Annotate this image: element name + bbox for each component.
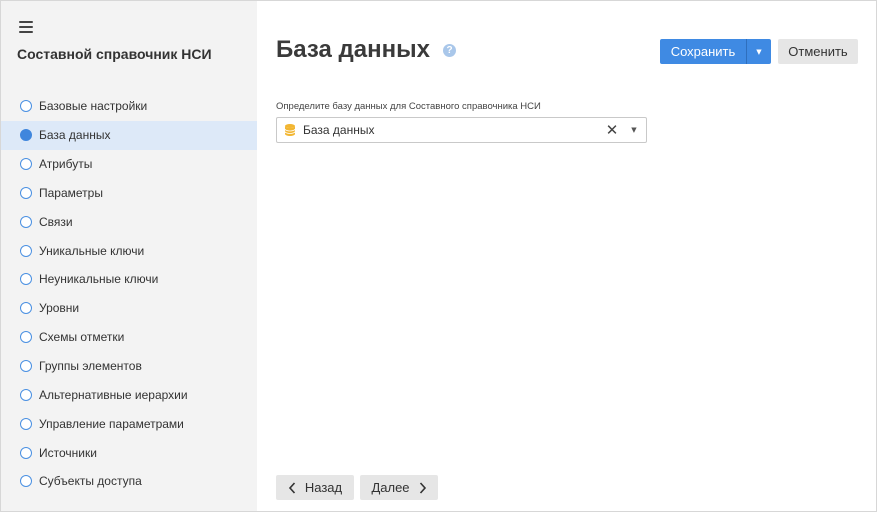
sidebar-step-label: Параметры	[39, 185, 103, 200]
radio-icon	[20, 417, 32, 430]
database-field-label: Определите базу данных для Составного сп…	[276, 101, 541, 112]
sidebar-step-label: Субъекты доступа	[39, 474, 142, 489]
sidebar-step[interactable]: Источники	[1, 438, 257, 467]
sidebar-step-label: Базовые настройки	[39, 99, 148, 114]
sidebar-step[interactable]: Уникальные ключи	[1, 236, 257, 265]
sidebar-step-label: Управление параметрами	[39, 416, 184, 431]
main-panel: База данных ? Сохранить ▼ Отменить Опред…	[257, 1, 876, 511]
database-icon	[285, 124, 295, 136]
caret-down-icon: ▼	[756, 47, 762, 56]
sidebar-step[interactable]: Неуникальные ключи	[1, 265, 257, 294]
page-title: База данных	[276, 36, 430, 63]
sidebar-step-label: Уникальные ключи	[39, 243, 145, 258]
hamburger-icon[interactable]	[19, 21, 33, 33]
database-select-value: База данных	[303, 123, 375, 137]
radio-icon	[20, 360, 32, 373]
cancel-button[interactable]: Отменить	[778, 39, 858, 64]
radio-icon	[20, 186, 32, 199]
radio-icon	[20, 446, 32, 459]
radio-icon	[20, 302, 32, 315]
radio-icon	[20, 331, 32, 344]
sidebar-step-label: Группы элементов	[39, 359, 142, 374]
sidebar-step-label: Связи	[39, 214, 73, 229]
sidebar: Составной справочник НСИ Базовые настрой…	[1, 1, 257, 511]
save-options-button[interactable]: ▼	[746, 39, 771, 64]
sidebar-step[interactable]: Схемы отметки	[1, 323, 257, 352]
sidebar-step[interactable]: База данных	[1, 120, 257, 150]
radio-icon	[20, 100, 32, 113]
question-icon[interactable]: ?	[443, 44, 456, 57]
radio-selected-icon	[20, 129, 32, 142]
sidebar-step-label: База данных	[39, 128, 111, 143]
sidebar-step-label: Неуникальные ключи	[39, 272, 159, 287]
sidebar-step[interactable]: Уровни	[1, 294, 257, 323]
sidebar-step-label: Схемы отметки	[39, 330, 125, 345]
chevron-left-icon	[288, 481, 295, 494]
radio-icon	[20, 475, 32, 488]
sidebar-step[interactable]: Связи	[1, 207, 257, 236]
sidebar-step[interactable]: Базовые настройки	[1, 92, 257, 121]
chevron-right-icon	[419, 481, 426, 494]
sidebar-step[interactable]: Параметры	[1, 179, 257, 208]
database-select[interactable]: База данных ✕ ▼	[276, 117, 647, 143]
back-button[interactable]: Назад	[276, 475, 354, 500]
next-button[interactable]: Далее	[360, 475, 438, 500]
radio-icon	[20, 388, 32, 401]
sidebar-step[interactable]: Альтернативные иерархии	[1, 380, 257, 409]
save-button-group: Сохранить ▼	[660, 39, 771, 64]
app-window: Составной справочник НСИ Базовые настрой…	[0, 0, 877, 512]
sidebar-step[interactable]: Группы элементов	[1, 352, 257, 381]
radio-icon	[20, 273, 32, 286]
chevron-down-icon[interactable]: ▼	[625, 126, 643, 134]
back-button-label: Назад	[304, 480, 343, 495]
clear-icon[interactable]: ✕	[603, 122, 621, 138]
sidebar-title: Составной справочник НСИ	[17, 46, 212, 62]
sidebar-step[interactable]: Субъекты доступа	[1, 467, 257, 496]
sidebar-step-label: Уровни	[39, 301, 80, 316]
radio-icon	[20, 244, 32, 257]
steps-list: Базовые настройки База данных Атрибуты Пара…	[1, 92, 257, 496]
sidebar-step-label: Источники	[39, 445, 97, 460]
save-button[interactable]: Сохранить	[660, 39, 746, 64]
radio-icon	[20, 215, 32, 228]
next-button-label: Далее	[371, 480, 410, 495]
sidebar-step[interactable]: Атрибуты	[1, 150, 257, 179]
sidebar-step-label: Атрибуты	[39, 157, 93, 172]
radio-icon	[20, 158, 32, 171]
sidebar-step-label: Альтернативные иерархии	[39, 387, 188, 402]
sidebar-step[interactable]: Управление параметрами	[1, 409, 257, 438]
